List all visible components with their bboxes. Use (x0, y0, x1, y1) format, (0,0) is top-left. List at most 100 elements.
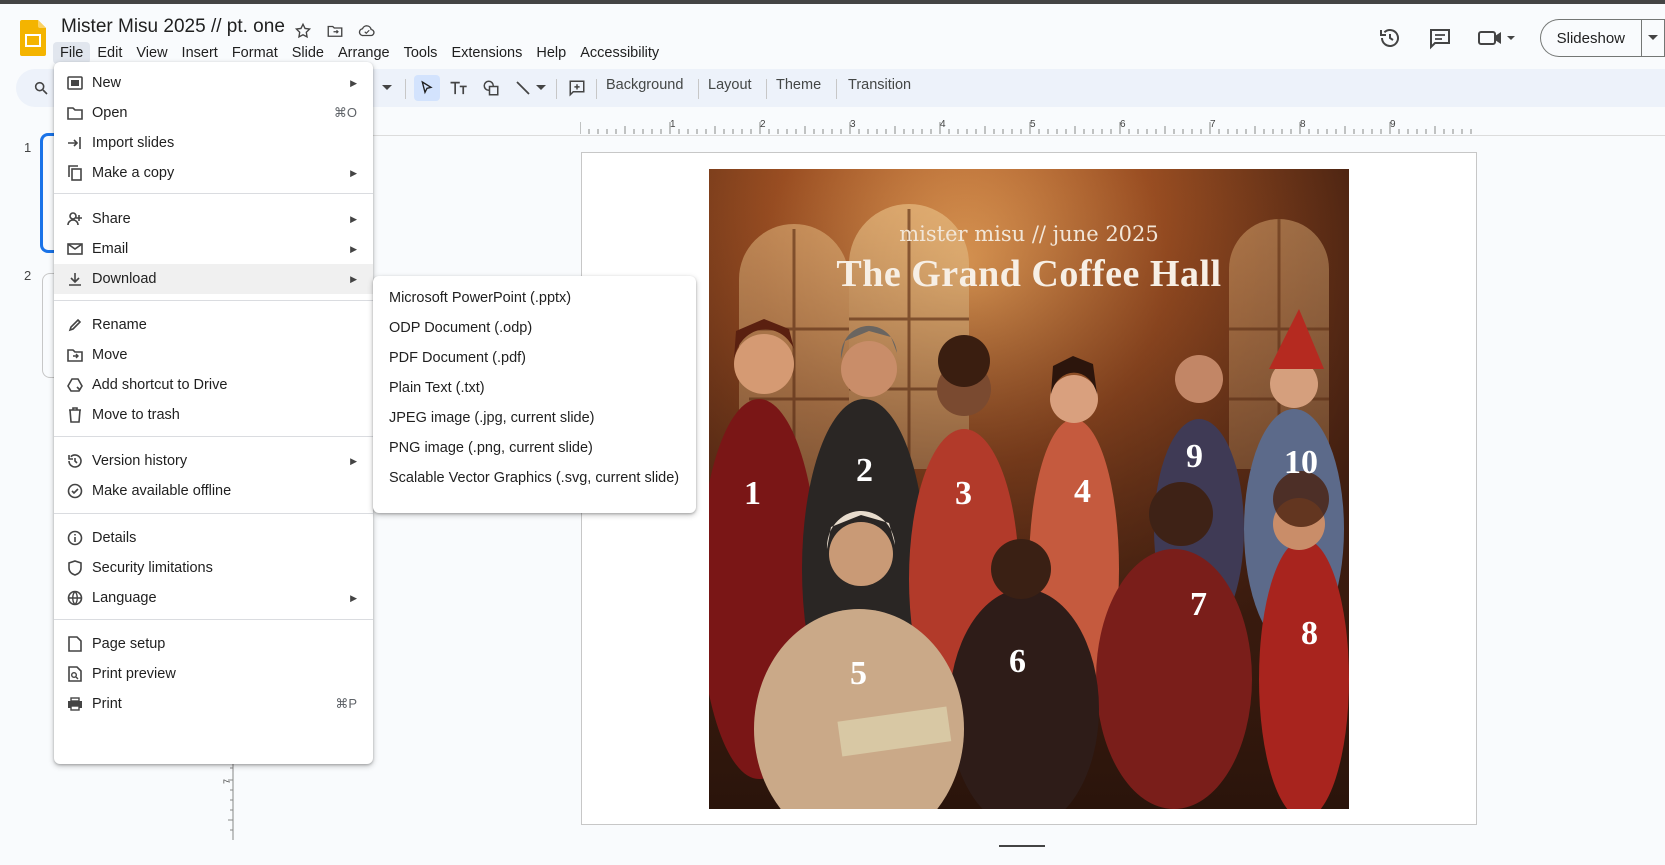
person-number-label: 10 (1284, 444, 1318, 481)
ruler-label: 6 (1120, 119, 1126, 130)
download-submenu: Microsoft PowerPoint (.pptx) ODP Documen… (373, 276, 696, 513)
ruler-label: 4 (940, 119, 946, 130)
transition-button[interactable]: Transition (848, 77, 911, 93)
globe-icon (66, 589, 84, 607)
download-odp[interactable]: ODP Document (.odp) (389, 320, 532, 336)
ruler-label: 8 (1300, 119, 1306, 130)
preview-icon (66, 665, 84, 683)
menu-item-language[interactable]: Language ▶ (54, 583, 373, 613)
menu-accessibility[interactable]: Accessibility (573, 42, 666, 64)
menu-view[interactable]: View (129, 42, 174, 64)
slideshow-button[interactable]: Slideshow (1539, 19, 1641, 57)
info-icon (66, 529, 84, 547)
printer-icon (66, 695, 84, 713)
copy-icon (66, 164, 84, 182)
download-icon (66, 270, 84, 288)
file-menu: New ▶ Open ⌘O Import slides Make a copy ▶ S… (54, 62, 373, 764)
cloud-status-icon[interactable] (356, 20, 378, 42)
menu-item-rename[interactable]: Rename (54, 310, 373, 340)
menu-item-new[interactable]: New ▶ (54, 68, 373, 98)
ruler-baseline (373, 135, 1665, 136)
menu-extensions[interactable]: Extensions (444, 42, 529, 64)
download-pdf[interactable]: PDF Document (.pdf) (389, 350, 526, 366)
menu-file[interactable]: File (53, 42, 91, 64)
menu-item-print-preview[interactable]: Print preview (54, 659, 373, 689)
ruler-label: 2 (760, 119, 766, 130)
slideshow-dropdown-icon[interactable] (1641, 19, 1665, 57)
version-history-icon[interactable] (1370, 18, 1410, 58)
menu-help[interactable]: Help (529, 42, 573, 64)
menu-item-make-copy[interactable]: Make a copy ▶ (54, 158, 373, 188)
menu-item-print[interactable]: Print ⌘P (54, 689, 373, 719)
folder-icon (66, 104, 84, 122)
move-folder-icon (66, 346, 84, 364)
ruler-label: 9 (1390, 119, 1396, 130)
comments-icon[interactable] (1420, 18, 1460, 58)
menu-item-share[interactable]: Share ▶ (54, 204, 373, 234)
menu-item-download[interactable]: Download ▶ (54, 264, 373, 294)
download-png[interactable]: PNG image (.png, current slide) (389, 440, 593, 456)
scroll-indicator (999, 845, 1045, 847)
menu-tools[interactable]: Tools (397, 42, 445, 64)
document-title[interactable]: Mister Misu 2025 // pt. one (61, 16, 285, 38)
theme-button[interactable]: Theme (776, 77, 821, 93)
menu-slide[interactable]: Slide (285, 42, 331, 64)
menu-item-move[interactable]: Move (54, 340, 373, 370)
download-pptx[interactable]: Microsoft PowerPoint (.pptx) (389, 290, 571, 306)
ruler-label: 1 (670, 119, 676, 130)
menu-bar: File Edit View Insert Format Slide Arran… (53, 42, 666, 64)
slides-logo-icon[interactable] (20, 20, 46, 56)
meet-camera-icon[interactable] (1470, 18, 1522, 58)
new-slides-icon (66, 74, 84, 92)
menu-item-add-shortcut[interactable]: Add shortcut to Drive (54, 370, 373, 400)
download-svg[interactable]: Scalable Vector Graphics (.svg, current … (389, 470, 679, 486)
person-number-label: 6 (1009, 643, 1026, 680)
search-menus-icon[interactable] (28, 75, 54, 101)
person-number-label: 8 (1301, 615, 1318, 652)
shape-icon[interactable] (478, 75, 504, 101)
app-header: Mister Misu 2025 // pt. one File Edit Vi… (0, 4, 1665, 64)
line-icon[interactable] (510, 75, 536, 101)
menu-item-email[interactable]: Email ▶ (54, 234, 373, 264)
menu-item-import-slides[interactable]: Import slides (54, 128, 373, 158)
slide-title[interactable]: The Grand Coffee Hall (709, 252, 1349, 296)
slide-subtitle[interactable]: mister misu // june 2025 (709, 222, 1349, 246)
person-number-label: 4 (1074, 473, 1091, 510)
slide-thumbnail-number: 2 (24, 268, 32, 283)
person-number-label: 5 (850, 655, 867, 692)
pencil-icon (66, 316, 84, 334)
offline-check-icon (66, 482, 84, 500)
import-icon (66, 134, 84, 152)
email-icon (66, 240, 84, 258)
menu-item-open[interactable]: Open ⌘O (54, 98, 373, 128)
person-number-label: 1 (744, 475, 761, 512)
page-icon (66, 635, 84, 653)
line-dropdown-icon[interactable] (534, 75, 548, 101)
select-tool-icon[interactable] (414, 75, 440, 101)
vertical-ruler[interactable]: 7 (222, 760, 234, 840)
text-box-icon[interactable] (446, 75, 472, 101)
person-number-label: 2 (856, 452, 873, 489)
menu-insert[interactable]: Insert (175, 42, 225, 64)
menu-item-version-history[interactable]: Version history ▶ (54, 446, 373, 476)
menu-item-details[interactable]: Details (54, 523, 373, 553)
menu-item-page-setup[interactable]: Page setup (54, 629, 373, 659)
shield-icon (66, 559, 84, 577)
layout-button[interactable]: Layout (708, 77, 752, 93)
menu-item-offline[interactable]: Make available offline (54, 476, 373, 506)
menu-edit[interactable]: Edit (90, 42, 129, 64)
menu-arrange[interactable]: Arrange (331, 42, 397, 64)
menu-item-move-to-trash[interactable]: Move to trash (54, 400, 373, 430)
star-icon[interactable] (292, 20, 314, 42)
download-txt[interactable]: Plain Text (.txt) (389, 380, 485, 396)
move-folder-icon[interactable] (324, 20, 346, 42)
menu-item-security[interactable]: Security limitations (54, 553, 373, 583)
new-comment-icon[interactable] (564, 75, 590, 101)
person-number-label: 3 (955, 475, 972, 512)
zoom-dropdown-icon[interactable] (380, 75, 394, 101)
background-button[interactable]: Background (606, 77, 683, 93)
ruler-label: 7 (1210, 119, 1216, 130)
menu-format[interactable]: Format (225, 42, 285, 64)
horizontal-ruler[interactable]: 1 2 3 4 5 6 7 8 9 (580, 118, 1475, 134)
download-jpg[interactable]: JPEG image (.jpg, current slide) (389, 410, 595, 426)
